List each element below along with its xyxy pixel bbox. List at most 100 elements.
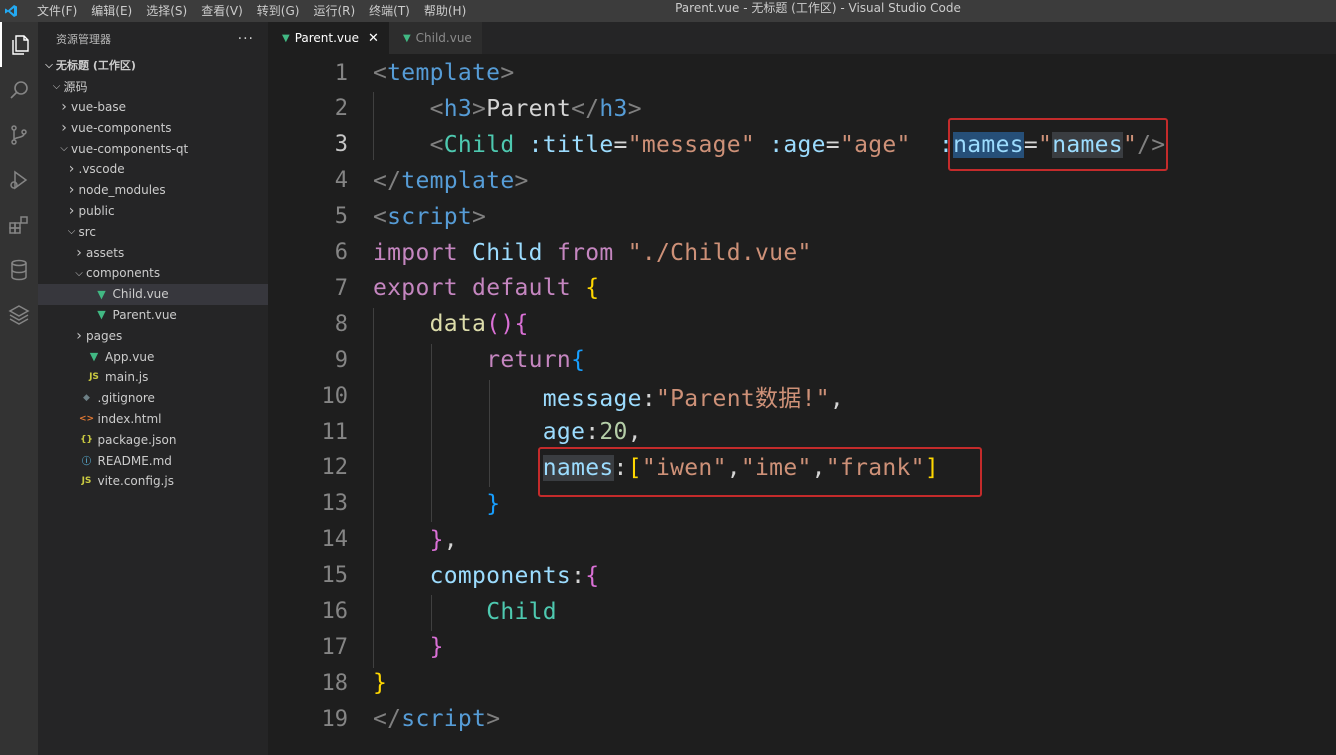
info-file-icon: ⓘ [81, 457, 91, 468]
menu-item[interactable]: 转到(G) [250, 0, 307, 22]
code-line[interactable]: 15 components:{ [268, 558, 1336, 594]
json-file-icon: {} [80, 434, 93, 445]
tree-file[interactable]: JS main.js [38, 367, 268, 388]
tree-file[interactable]: {} package.json [38, 429, 268, 450]
code-text: <template> [373, 60, 515, 86]
code-line[interactable]: 1 <template> [268, 55, 1336, 91]
menu-item[interactable]: 帮助(H) [417, 0, 473, 22]
code-token: : [585, 419, 600, 445]
chevron-right-icon: › [61, 98, 67, 115]
code-line[interactable]: 5 <script> [268, 199, 1336, 235]
line-number: 17 [321, 634, 349, 660]
source-control-icon[interactable] [0, 112, 38, 157]
code-line[interactable]: 4 </template> [268, 163, 1336, 199]
menu-item[interactable]: 查看(V) [194, 0, 250, 22]
code-token: " [1122, 131, 1138, 158]
tree-item-label: vue-base [71, 99, 127, 114]
code-token: 20 [599, 419, 628, 445]
code-token: > [514, 167, 529, 194]
code-line[interactable]: 13 } [268, 486, 1336, 522]
code-line[interactable]: 19 </script> [268, 701, 1336, 737]
tree-folder[interactable]: ⌵ 无标题 (工作区) [38, 55, 268, 76]
code-line[interactable]: 17 } [268, 629, 1336, 665]
code-token: : [924, 131, 954, 158]
code-token: names [542, 454, 614, 481]
layers-icon[interactable] [0, 292, 38, 337]
code-line[interactable]: 12 names:["iwen","ime","frank"] [268, 450, 1336, 486]
js-file-icon: JS [89, 372, 99, 383]
code-text: import Child from "./Child.vue" [373, 240, 812, 266]
tree-item-label: node_modules [78, 183, 166, 198]
code-text: </template> [373, 168, 529, 194]
tree-folder[interactable]: › node_modules [38, 180, 268, 201]
tree-item-label: package.json [97, 432, 177, 447]
tree-folder[interactable]: ⌵ 源码 [38, 76, 268, 97]
code-line[interactable]: 16 Child [268, 594, 1336, 630]
code-token: h3 [599, 95, 628, 122]
chevron-down-icon: ⌵ [45, 59, 53, 71]
tree-folder[interactable]: ⌵ components [38, 263, 268, 284]
tree-folder[interactable]: › public [38, 201, 268, 222]
code-token: { [585, 275, 600, 302]
tree-file[interactable]: ⓘ README.md [38, 450, 268, 471]
search-icon[interactable] [0, 67, 38, 112]
code-line[interactable]: 14 }, [268, 522, 1336, 558]
code-line[interactable]: 6 import Child from "./Child.vue" [268, 235, 1336, 271]
code-line[interactable]: 3 <Child :title="message" :age="age" :na… [268, 127, 1336, 163]
tree-item-label: Parent.vue [112, 307, 177, 322]
menu-item[interactable]: 运行(R) [306, 0, 362, 22]
code-editor[interactable]: 1 <template> 2 <h3>Parent</h3> 3 <Child :ti… [268, 54, 1336, 755]
files-icon[interactable] [0, 22, 38, 67]
code-token: { [585, 562, 600, 589]
tree-file[interactable]: ▼ Child.vue [38, 283, 268, 305]
menu-item[interactable]: 终端(T) [362, 0, 417, 22]
code-line[interactable]: 11 age:20, [268, 414, 1336, 450]
code-line[interactable]: 18} [268, 665, 1336, 701]
tree-file[interactable]: JS vite.config.js [38, 471, 268, 492]
tree-folder[interactable]: › pages [38, 325, 268, 346]
line-number: 7 [334, 275, 348, 301]
close-icon[interactable]: ✕ [368, 31, 379, 46]
tree-folder[interactable]: › vue-components [38, 117, 268, 138]
tree-folder[interactable]: › vue-base [38, 97, 268, 118]
code-text: names:["iwen","ime","frank"] [373, 454, 939, 481]
tree-file[interactable]: ▼ App.vue [38, 346, 268, 367]
tree-folder[interactable]: › .vscode [38, 159, 268, 180]
code-line[interactable]: 9 return{ [268, 342, 1336, 378]
more-actions-icon[interactable]: ··· [238, 31, 254, 47]
tree-file[interactable]: <> index.html [38, 409, 268, 430]
database-icon[interactable] [0, 247, 38, 292]
tree-folder[interactable]: › assets [38, 242, 268, 263]
code-text: }, [373, 527, 458, 553]
code-token: h3 [443, 95, 473, 122]
code-token: components [429, 562, 572, 589]
code-line[interactable]: 7 export default { [268, 270, 1336, 306]
editor-tab[interactable]: ▼ Child.vue [388, 22, 482, 54]
code-token: names [953, 131, 1024, 158]
code-token: , [811, 454, 826, 481]
code-text: Child [373, 599, 557, 625]
tree-folder[interactable]: ⌵ src [38, 221, 268, 242]
run-debug-icon[interactable] [0, 157, 38, 202]
menu-item[interactable]: 文件(F) [30, 0, 84, 22]
code-line[interactable]: 8 data(){ [268, 306, 1336, 342]
code-line[interactable]: 10 message:"Parent数据!", [268, 378, 1336, 414]
line-number: 1 [334, 60, 348, 86]
code-token: , [627, 419, 642, 445]
code-token: "age" [839, 131, 911, 158]
menu-item[interactable]: 编辑(E) [84, 0, 139, 22]
menu-item[interactable]: 选择(S) [139, 0, 194, 22]
code-line[interactable]: 2 <h3>Parent</h3> [268, 91, 1336, 127]
tree-folder[interactable]: ⌵ vue-components-qt [38, 138, 268, 159]
extensions-icon[interactable] [0, 202, 38, 247]
editor-tab[interactable]: ▼ Parent.vue ✕ [268, 22, 389, 54]
tree-file[interactable]: ▼ Parent.vue [38, 305, 268, 326]
tree-file[interactable]: ◆ .gitignore [38, 388, 268, 409]
gitignore-file-icon: ◆ [83, 393, 90, 404]
tree-item-label: Child.vue [112, 287, 169, 302]
